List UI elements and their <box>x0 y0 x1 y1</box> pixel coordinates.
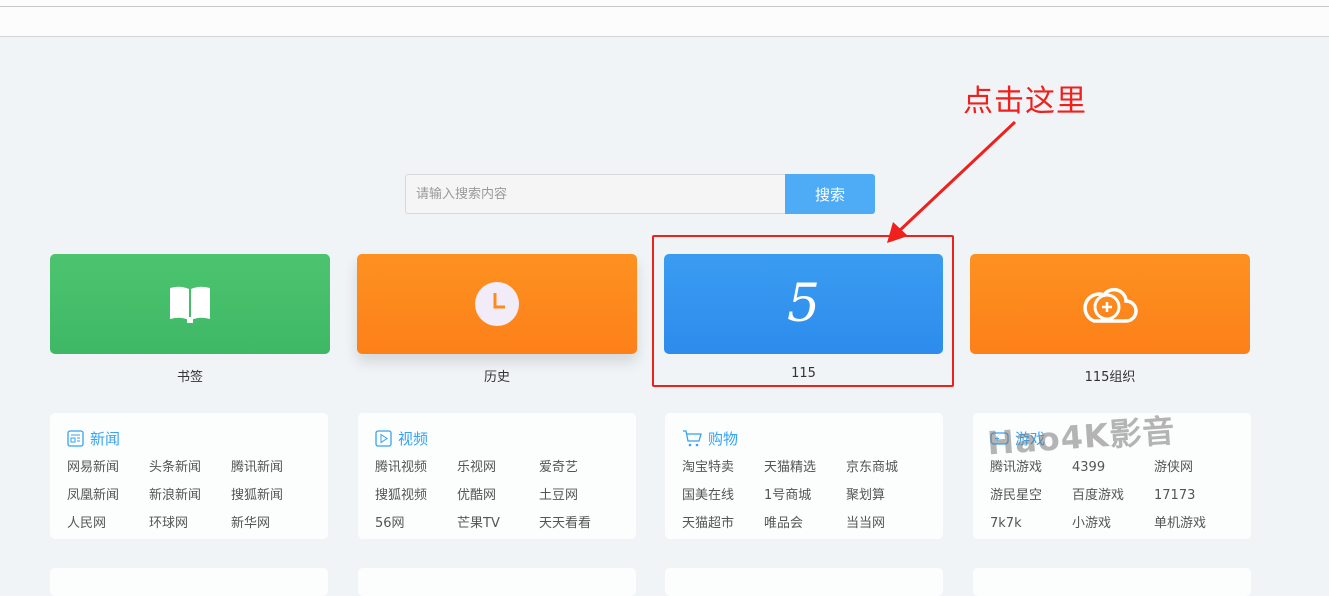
link[interactable]: 爱奇艺 <box>539 458 621 477</box>
link[interactable]: 56网 <box>375 514 457 533</box>
link[interactable]: 单机游戏 <box>1154 514 1236 533</box>
link[interactable]: 新浪新闻 <box>149 486 231 505</box>
card-title[interactable]: 购物 <box>708 428 738 449</box>
link[interactable]: 国美在线 <box>682 486 764 505</box>
link[interactable]: 4399 <box>1072 458 1154 477</box>
link[interactable]: 1号商城 <box>764 486 846 505</box>
card-partial <box>358 568 636 596</box>
link[interactable]: 游民星空 <box>990 486 1072 505</box>
card-shopping: 购物 淘宝特卖 天猫精选 京东商城 国美在线 1号商城 聚划算 天猫超市 唯品会 当当网 <box>665 413 943 539</box>
link[interactable]: 当当网 <box>846 514 928 533</box>
link[interactable]: 凤凰新闻 <box>67 486 149 505</box>
link[interactable]: 环球网 <box>149 514 231 533</box>
link[interactable]: 游侠网 <box>1154 458 1236 477</box>
card-video: 视频 腾讯视频 乐视网 爱奇艺 搜狐视频 优酷网 土豆网 56网 芒果TV 天天看看 <box>358 413 636 539</box>
link[interactable]: 天天看看 <box>539 514 621 533</box>
link[interactable]: 17173 <box>1154 486 1236 505</box>
link[interactable]: 唯品会 <box>764 514 846 533</box>
link[interactable]: 腾讯新闻 <box>231 458 313 477</box>
link[interactable]: 淘宝特卖 <box>682 458 764 477</box>
link[interactable]: 百度游戏 <box>1072 486 1154 505</box>
link[interactable]: 腾讯视频 <box>375 458 457 477</box>
link[interactable]: 土豆网 <box>539 486 621 505</box>
link[interactable]: 优酷网 <box>457 486 539 505</box>
link[interactable]: 7k7k <box>990 514 1072 533</box>
card-title[interactable]: 视频 <box>398 428 428 449</box>
link[interactable]: 乐视网 <box>457 458 539 477</box>
link[interactable]: 京东商城 <box>846 458 928 477</box>
link[interactable]: 天猫精选 <box>764 458 846 477</box>
link[interactable]: 头条新闻 <box>149 458 231 477</box>
link[interactable]: 芒果TV <box>457 514 539 533</box>
card-news: 新闻 网易新闻 头条新闻 腾讯新闻 凤凰新闻 新浪新闻 搜狐新闻 人民网 环球网 新华网 <box>50 413 328 539</box>
link[interactable]: 新华网 <box>231 514 313 533</box>
link[interactable]: 聚划算 <box>846 486 928 505</box>
link[interactable]: 人民网 <box>67 514 149 533</box>
link[interactable]: 小游戏 <box>1072 514 1154 533</box>
link[interactable]: 搜狐视频 <box>375 486 457 505</box>
link[interactable]: 天猫超市 <box>682 514 764 533</box>
card-partial <box>973 568 1251 596</box>
card-partial <box>665 568 943 596</box>
play-icon <box>375 429 392 447</box>
link[interactable]: 网易新闻 <box>67 458 149 477</box>
card-partial <box>50 568 328 596</box>
cart-icon <box>683 429 702 446</box>
news-icon <box>67 429 84 447</box>
card-title[interactable]: 新闻 <box>90 428 120 449</box>
link[interactable]: 搜狐新闻 <box>231 486 313 505</box>
